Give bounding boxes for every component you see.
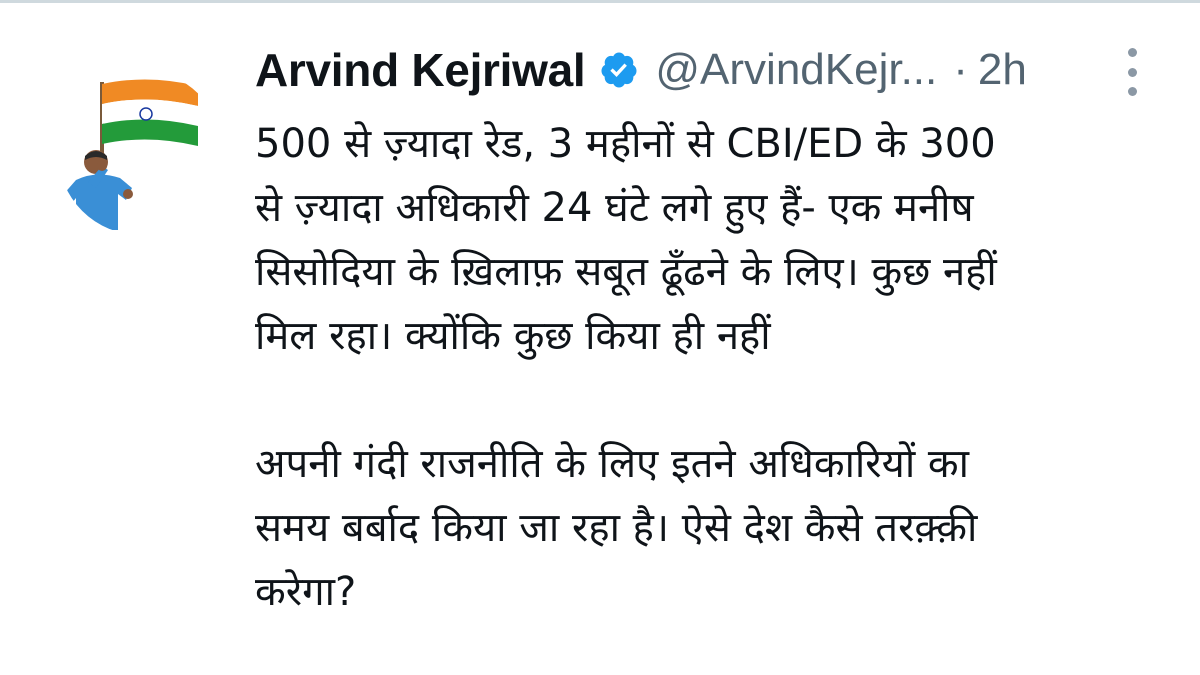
tweet-text-line: सिसोदिया के ख़िलाफ़ सबूत ढूँढने के लिए। …	[255, 249, 997, 295]
separator-dot: ·	[953, 45, 968, 94]
tweet-text-line: करेगा?	[255, 569, 357, 615]
tweet-timestamp[interactable]: 2h	[978, 45, 1027, 95]
verified-badge-icon	[599, 50, 639, 90]
author-handle[interactable]: @ArvindKejr...	[655, 45, 937, 95]
tweet-text-line: समय बर्बाद किया जा रहा है। ऐसे देश कैसे …	[255, 505, 978, 551]
tweet-text: 500 से ज़्यादा रेड, 3 महीनों से CBI/ED क…	[255, 112, 1185, 624]
tweet-text-line: मिल रहा। क्योंकि कुछ किया ही नहीं	[255, 313, 771, 359]
tweet-header: Arvind Kejriwal @ArvindKejr... · 2h	[255, 40, 1175, 100]
tweet-text-line: अपनी गंदी राजनीति के लिए इतने अधिकारियों…	[255, 441, 970, 487]
more-options-icon[interactable]	[1122, 48, 1142, 96]
author-name[interactable]: Arvind Kejriwal	[255, 43, 586, 97]
avatar-image	[58, 70, 223, 235]
tweet-card[interactable]: Arvind Kejriwal @ArvindKejr... · 2h 500 …	[0, 0, 1200, 675]
more-dot	[1127, 48, 1137, 57]
more-dot	[1127, 87, 1137, 96]
tweet-text-line: से ज़्यादा अधिकारी 24 घंटे लगे हुए हैं- …	[255, 185, 974, 231]
avatar[interactable]	[58, 70, 223, 235]
top-divider	[0, 0, 1200, 3]
more-dot	[1127, 67, 1137, 77]
tweet-text-line: 500 से ज़्यादा रेड, 3 महीनों से CBI/ED क…	[255, 121, 996, 167]
